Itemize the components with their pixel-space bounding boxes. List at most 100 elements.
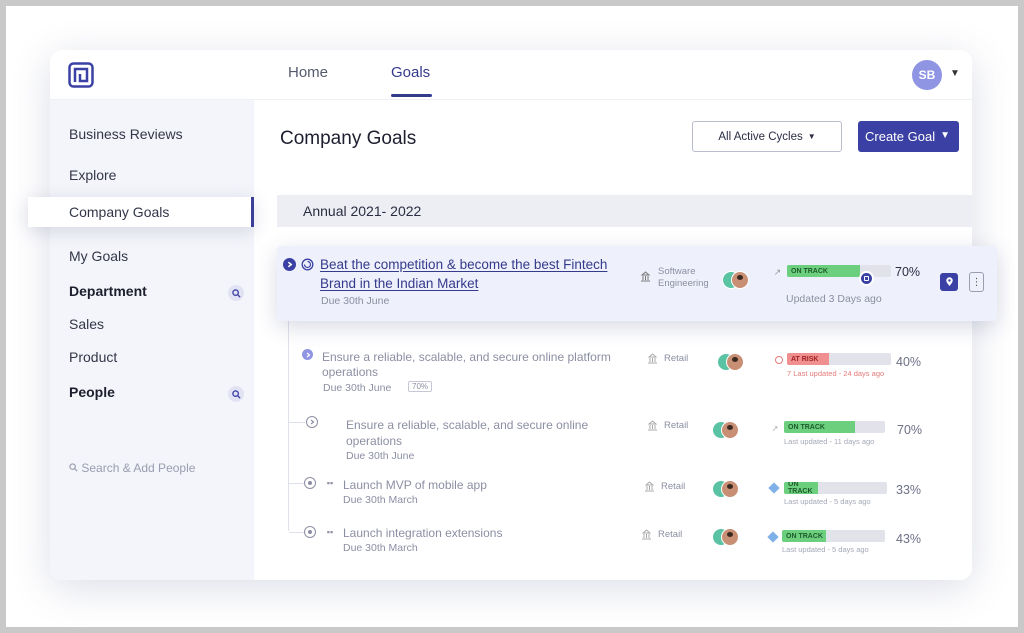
progress-bar: ON TRACK <box>784 421 885 433</box>
create-goal-button[interactable]: Create Goal ▼ <box>858 121 959 152</box>
progress-fill: ON TRACK <box>784 421 855 433</box>
sidebar-item-business-reviews[interactable]: Business Reviews <box>69 126 183 142</box>
trend-icon: ↗ <box>771 423 779 433</box>
owner-avatars[interactable] <box>712 421 742 439</box>
last-updated: 7 Last updated - 24 days ago <box>787 369 885 378</box>
top-bar: Home Goals SB ▼ <box>50 50 972 100</box>
progress-fill: ON TRACK <box>782 530 827 542</box>
location-pin-icon <box>945 277 953 286</box>
progress-bar: AT RISK <box>787 353 891 365</box>
goal-title-line2[interactable]: Brand in the Indian Market <box>320 274 478 293</box>
goal-title-line1[interactable]: Ensure a reliable, scalable, and secure … <box>346 417 588 433</box>
progress-percent: 70% <box>897 423 923 437</box>
sidebar-item-company-goals[interactable]: Company Goals <box>28 197 254 227</box>
search-people-placeholder: Search & Add People <box>81 461 196 475</box>
create-goal-label: Create Goal <box>865 129 936 144</box>
status-badge: ON TRACK <box>791 267 828 275</box>
status-badge: AT RISK <box>791 355 819 363</box>
building-icon <box>646 352 658 364</box>
last-updated: Last updated - 11 days ago <box>784 437 875 446</box>
search-people-input[interactable]: Search & Add People <box>69 461 195 475</box>
tree-connector <box>289 483 305 484</box>
search-icon[interactable] <box>228 386 244 402</box>
user-avatar[interactable]: SB <box>912 60 942 90</box>
status-badge: ON TRACK <box>788 423 825 431</box>
last-updated: Last updated - 5 days ago <box>782 545 869 554</box>
sidebar: Business Reviews Explore My Goals Depart… <box>50 100 254 580</box>
goal-weight-badge: 70% <box>408 381 433 392</box>
goal-department: Retail <box>661 481 686 492</box>
page-title: Company Goals <box>280 128 417 149</box>
kebab-menu-icon[interactable]: ⋮ <box>969 272 984 292</box>
target-icon <box>304 526 316 538</box>
status-badge: ON TRACK <box>786 532 823 540</box>
grid-icon: ▪▪ <box>326 478 334 488</box>
goal-due-date: Due 30th June <box>321 295 390 307</box>
avatar <box>726 353 744 371</box>
goal-title-line2[interactable]: operations <box>346 433 402 449</box>
cycle-label: Annual 2021- 2022 <box>303 203 422 219</box>
progress-bar: ON TRACK <box>784 482 887 494</box>
progress-bar: ON TRACK <box>782 530 885 542</box>
chevron-down-icon: ▼ <box>807 132 816 141</box>
building-icon <box>646 419 658 431</box>
progress-bar: ON TRACK <box>787 265 891 277</box>
owner-avatars[interactable] <box>717 353 747 371</box>
expand-arrow-icon[interactable] <box>302 349 313 360</box>
goal-title-line1[interactable]: Launch MVP of mobile app <box>343 477 487 493</box>
nav-active-indicator <box>391 94 432 97</box>
app-logo-icon[interactable] <box>68 62 94 88</box>
goal-title-line1[interactable]: Launch integration extensions <box>343 525 502 541</box>
goal-title-line2[interactable]: operations <box>322 364 378 380</box>
owner-avatars[interactable] <box>722 271 752 289</box>
building-icon <box>640 528 652 540</box>
progress-percent: 43% <box>896 532 922 546</box>
chevron-down-icon[interactable]: ▼ <box>950 68 960 79</box>
goal-due-date: Due 30th June <box>323 382 392 394</box>
sidebar-item-explore[interactable]: Explore <box>69 167 116 183</box>
sidebar-item-product[interactable]: Product <box>69 349 117 365</box>
sidebar-item-label: Company Goals <box>69 204 170 220</box>
search-icon[interactable] <box>228 285 244 301</box>
avatar <box>721 528 739 546</box>
last-updated: Last updated - 5 days ago <box>784 497 871 506</box>
tree-connector <box>289 422 305 423</box>
last-updated: Updated 3 Days ago <box>786 293 882 305</box>
goal-row-highlighted[interactable]: Beat the competition & become the best F… <box>277 246 997 321</box>
goal-title-line1[interactable]: Beat the competition & become the best F… <box>320 255 607 274</box>
pin-button[interactable] <box>940 273 958 291</box>
avatar <box>731 271 749 289</box>
sidebar-item-sales[interactable]: Sales <box>69 316 104 332</box>
goal-department-line1: Software <box>658 266 696 277</box>
goal-title-line1[interactable]: Ensure a reliable, scalable, and secure … <box>322 349 611 365</box>
sidebar-heading-people: People <box>69 384 115 400</box>
sub-goals-area <box>327 371 972 580</box>
nav-goals[interactable]: Goals <box>391 64 430 81</box>
status-badge: ON TRACK <box>788 482 813 494</box>
progress-fill: ON TRACK <box>784 482 818 494</box>
progress-fill: AT RISK <box>787 353 829 365</box>
chevron-down-icon[interactable]: ▼ <box>940 130 950 141</box>
goal-type-icon <box>301 258 314 271</box>
goal-department: Retail <box>664 353 689 364</box>
goal-department-line2: Engineering <box>658 278 709 289</box>
trend-icon: ↗ <box>773 267 782 277</box>
building-icon <box>639 270 651 282</box>
tree-connector <box>289 532 305 533</box>
sidebar-item-my-goals[interactable]: My Goals <box>69 248 128 264</box>
avatar <box>721 480 739 498</box>
owner-avatars[interactable] <box>712 480 742 498</box>
expand-arrow-icon[interactable] <box>283 258 296 271</box>
expand-arrow-icon[interactable] <box>306 416 318 428</box>
progress-handle[interactable] <box>859 271 874 286</box>
avatar <box>721 421 739 439</box>
progress-percent: 70% <box>895 265 921 279</box>
goal-due-date: Due 30th March <box>343 542 418 554</box>
owner-avatars[interactable] <box>712 528 742 546</box>
grid-icon: ▪▪ <box>326 527 334 537</box>
nav-home[interactable]: Home <box>288 64 328 81</box>
search-icon <box>69 463 78 472</box>
progress-fill: ON TRACK <box>787 265 860 277</box>
goal-due-date: Due 30th June <box>346 450 415 462</box>
cycles-filter-dropdown[interactable]: All Active Cycles ▼ <box>692 121 842 152</box>
